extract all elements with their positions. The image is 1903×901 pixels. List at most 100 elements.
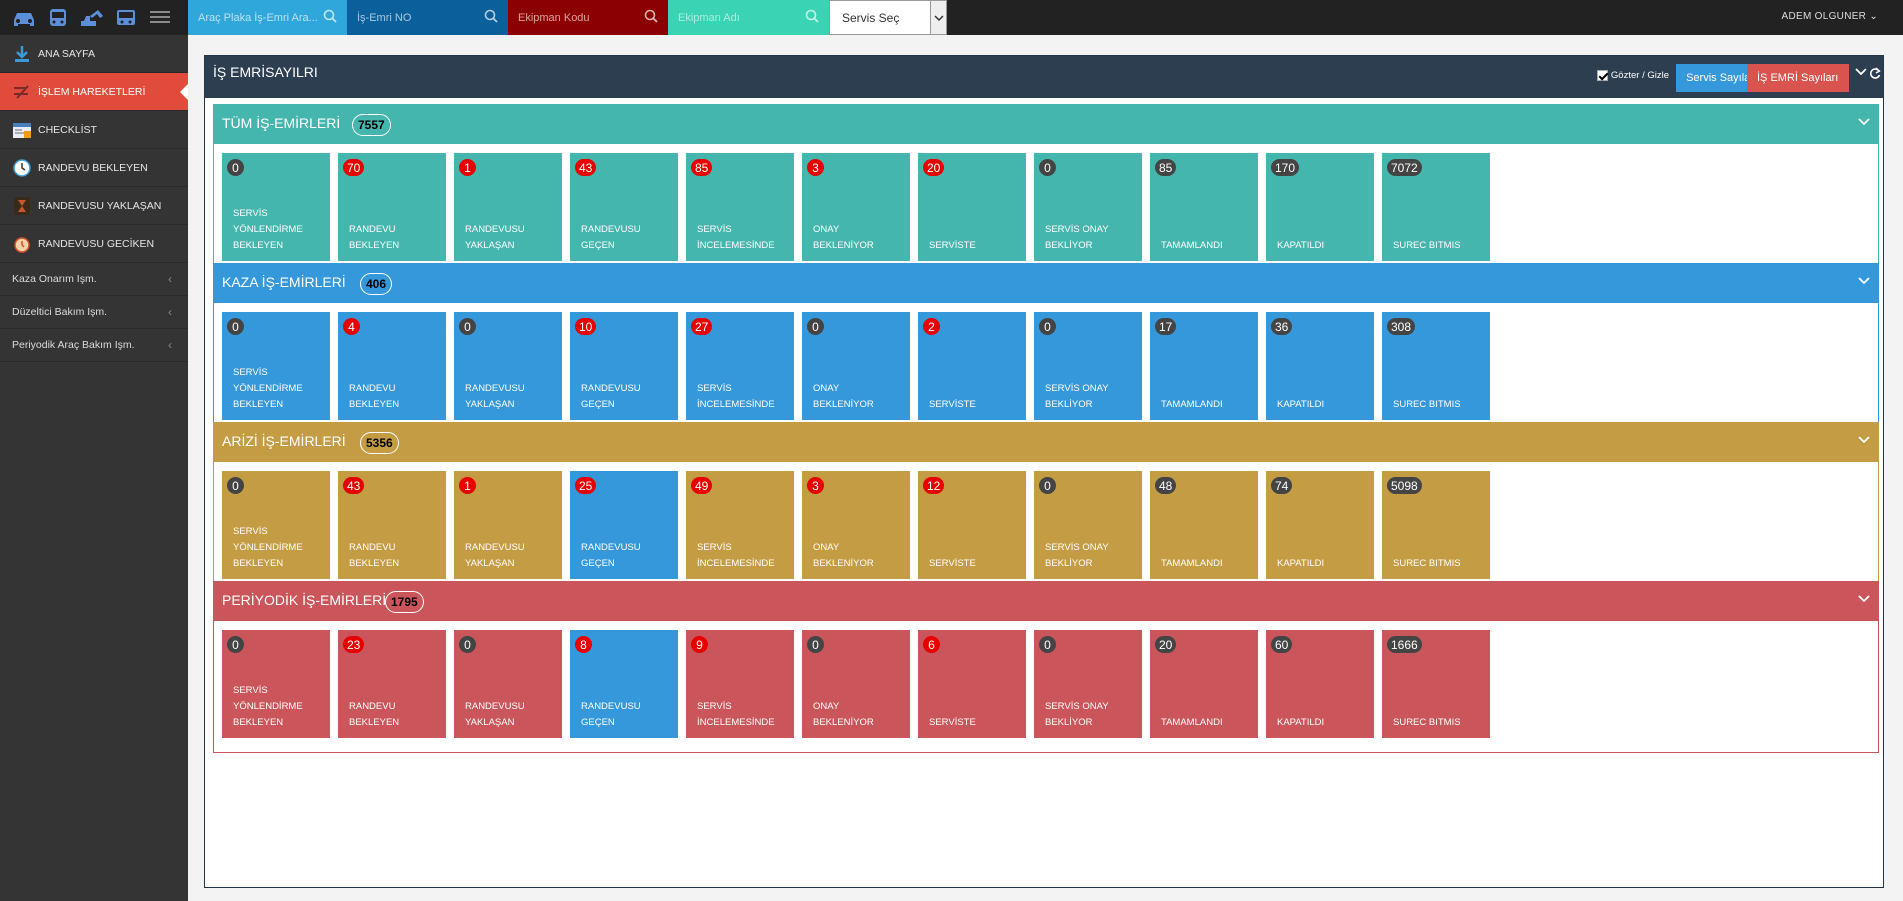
chevron-down-icon[interactable] [930,1,946,34]
tile-label-line: SERVİS ONAY [1045,224,1109,235]
tile-label-line: RANDEVUSU [465,224,525,235]
chevron-down-icon[interactable] [1858,117,1870,127]
status-tile[interactable]: 0 ONAY BEKLENİYOR [802,630,910,738]
toggle-label: Gözter / Gizle [1610,70,1669,81]
tile-count-badge: 36 [1271,318,1293,335]
status-tile[interactable]: 1 RANDEVUSU YAKLAŞAN [454,471,562,579]
status-tile[interactable]: 20 SERVİSTE [918,153,1026,261]
status-tile[interactable]: 3 ONAY BEKLENİYOR [802,153,910,261]
search-icon[interactable] [805,9,819,23]
status-tile[interactable]: 0 SERVİS YÖNLENDİRME BEKLEYEN [222,471,330,579]
sidebar-item-periyodik-bakim[interactable]: Periyodik Araç Bakım Işm. ‹ [0,329,188,362]
status-tile[interactable]: 7072 SUREC BITMIS [1382,153,1490,261]
status-tile[interactable]: 27 SERVİS İNCELEMESİNDE [686,312,794,420]
search-icon[interactable] [644,9,658,23]
status-tile[interactable]: 23 RANDEVU BEKLEYEN [338,630,446,738]
tile-label: RANDEVU BEKLEYEN [349,699,399,731]
section-header[interactable]: PERİYODİK İŞ-EMİRLERİ 1795 [214,582,1878,621]
status-tile[interactable]: 36 KAPATILDI [1266,312,1374,420]
status-tile[interactable]: 4 RANDEVU BEKLEYEN [338,312,446,420]
search-icon[interactable] [323,9,337,23]
status-tile[interactable]: 12 SERVİSTE [918,471,1026,579]
tile-label-line: SERVİS [233,526,268,537]
status-tile[interactable]: 170 KAPATILDI [1266,153,1374,261]
tile-label-line: BEKLENİYOR [813,558,874,569]
status-tile[interactable]: 10 RANDEVUSU GEÇEN [570,312,678,420]
status-tile[interactable]: 0 ONAY BEKLENİYOR [802,312,910,420]
status-tile[interactable]: 43 RANDEVUSU GEÇEN [570,153,678,261]
servis-select[interactable]: Servis Seç [829,0,947,35]
status-tile[interactable]: 9 SERVİS İNCELEMESİNDE [686,630,794,738]
status-tile[interactable]: 43 RANDEVU BEKLEYEN [338,471,446,579]
menu-toggle-icon[interactable] [150,8,170,26]
sidebar-item-label: Periyodik Araç Bakım Işm. [12,339,135,351]
status-tile[interactable]: 74 KAPATILDI [1266,471,1374,579]
tile-label: SERVİS İNCELEMESİNDE [697,699,775,731]
status-tile[interactable]: 70 RANDEVU BEKLEYEN [338,153,446,261]
status-tile[interactable]: 0 RANDEVUSU YAKLAŞAN [454,312,562,420]
sidebar-item-randevu-bekleyen[interactable]: RANDEVU BEKLEYEN [0,149,188,187]
status-tile[interactable]: 0 SERVİS ONAY BEKLİYOR [1034,630,1142,738]
status-tile[interactable]: 0 SERVİS YÖNLENDİRME BEKLEYEN [222,312,330,420]
refresh-icon[interactable] [1869,67,1881,79]
status-tile[interactable]: 49 SERVİS İNCELEMESİNDE [686,471,794,579]
tile-label: SERVİSTE [929,238,976,254]
toggle-checkbox[interactable] [1596,70,1608,81]
tile-label: SERVİS YÖNLENDİRME BEKLEYEN [233,365,303,413]
status-tile[interactable]: 8 RANDEVUSU GEÇEN [570,630,678,738]
status-tile[interactable]: 85 TAMAMLANDI [1150,153,1258,261]
sidebar-item-islem-hareketleri[interactable]: İŞLEM HAREKETLERİ [0,73,188,111]
status-tile[interactable]: 0 SERVİS ONAY BEKLİYOR [1034,153,1142,261]
ekipman-kodu-input[interactable]: Ekipman Kodu [508,0,668,35]
tile-label-line: SUREC BITMIS [1393,240,1461,251]
tile-label: SERVİSTE [929,715,976,731]
search-icon[interactable] [484,9,498,23]
status-tile[interactable]: 5098 SUREC BITMIS [1382,471,1490,579]
sidebar-item-randevusu-geciken[interactable]: RANDEVUSU GECİKEN [0,225,188,263]
status-tile[interactable]: 6 SERVİSTE [918,630,1026,738]
sidebar-item-randevusu-yaklasan[interactable]: RANDEVUSU YAKLAŞAN [0,187,188,225]
tile-label: RANDEVU BEKLEYEN [349,222,399,254]
plaka-search-input[interactable]: Araç Plaka İş-Emri Ara... [188,0,347,35]
tile-label: SERVİSTE [929,556,976,572]
status-tile[interactable]: 25 RANDEVUSU GEÇEN [570,471,678,579]
isemri-search-input[interactable]: İş-Emri NO [347,0,508,35]
section-header[interactable]: KAZA İŞ-EMİRLERİ 406 [214,264,1878,303]
tile-label: SERVİS İNCELEMESİNDE [697,381,775,413]
status-tile[interactable]: 3 ONAY BEKLENİYOR [802,471,910,579]
chevron-down-icon[interactable] [1858,276,1870,286]
tile-label: KAPATILDI [1277,556,1324,572]
status-tile[interactable]: 0 SERVİS YÖNLENDİRME BEKLEYEN [222,630,330,738]
tile-label: SERVİS YÖNLENDİRME BEKLEYEN [233,206,303,254]
section-header[interactable]: TÜM İŞ-EMİRLERİ 7557 [214,105,1878,144]
status-tile[interactable]: 0 SERVİS ONAY BEKLİYOR [1034,312,1142,420]
status-tile[interactable]: 1666 SUREC BITMIS [1382,630,1490,738]
status-tile[interactable]: 2 SERVİSTE [918,312,1026,420]
ekipman-adi-input[interactable]: Ekipman Adı [668,0,829,35]
section-header[interactable]: ARİZİ İŞ-EMİRLERİ 5356 [214,423,1878,462]
status-tile[interactable]: 48 TAMAMLANDI [1150,471,1258,579]
servis-select-value: Servis Seç [842,10,900,25]
status-tile[interactable]: 20 TAMAMLANDI [1150,630,1258,738]
chevron-down-icon[interactable] [1858,594,1870,604]
chevron-down-icon[interactable] [1855,67,1867,77]
toggle-visibility[interactable]: Gözter / Gizle [1596,70,1669,81]
tile-label-line: BEKLEYEN [233,240,284,251]
sidebar-item-duzeltici-bakim[interactable]: Düzeltici Bakım Işm. ‹ [0,296,188,329]
status-tile[interactable]: 1 RANDEVUSU YAKLAŞAN [454,153,562,261]
status-tile[interactable]: 0 SERVİS YÖNLENDİRME BEKLEYEN [222,153,330,261]
status-tile[interactable]: 308 SUREC BITMIS [1382,312,1490,420]
sidebar-item-ana-sayfa[interactable]: ANA SAYFA [0,35,188,73]
status-tile[interactable]: 0 SERVİS ONAY BEKLİYOR [1034,471,1142,579]
status-tile[interactable]: 85 SERVİS İNCELEMESİNDE [686,153,794,261]
status-tile[interactable]: 0 RANDEVUSU YAKLAŞAN [454,630,562,738]
tile-count-badge: 0 [807,636,824,653]
is-emri-sayilari-button[interactable]: İŞ EMRİ Sayıları [1747,64,1849,92]
sidebar-item-checklist[interactable]: CHECKLİST [0,111,188,149]
tile-label-line: RANDEVU [349,224,396,235]
status-tile[interactable]: 17 TAMAMLANDI [1150,312,1258,420]
sidebar-item-kaza-onarim[interactable]: Kaza Onarım Işm. ‹ [0,263,188,296]
status-tile[interactable]: 60 KAPATILDI [1266,630,1374,738]
chevron-down-icon[interactable] [1858,435,1870,445]
user-menu[interactable]: ADEM OLGUNER ⌄ [1781,11,1878,22]
